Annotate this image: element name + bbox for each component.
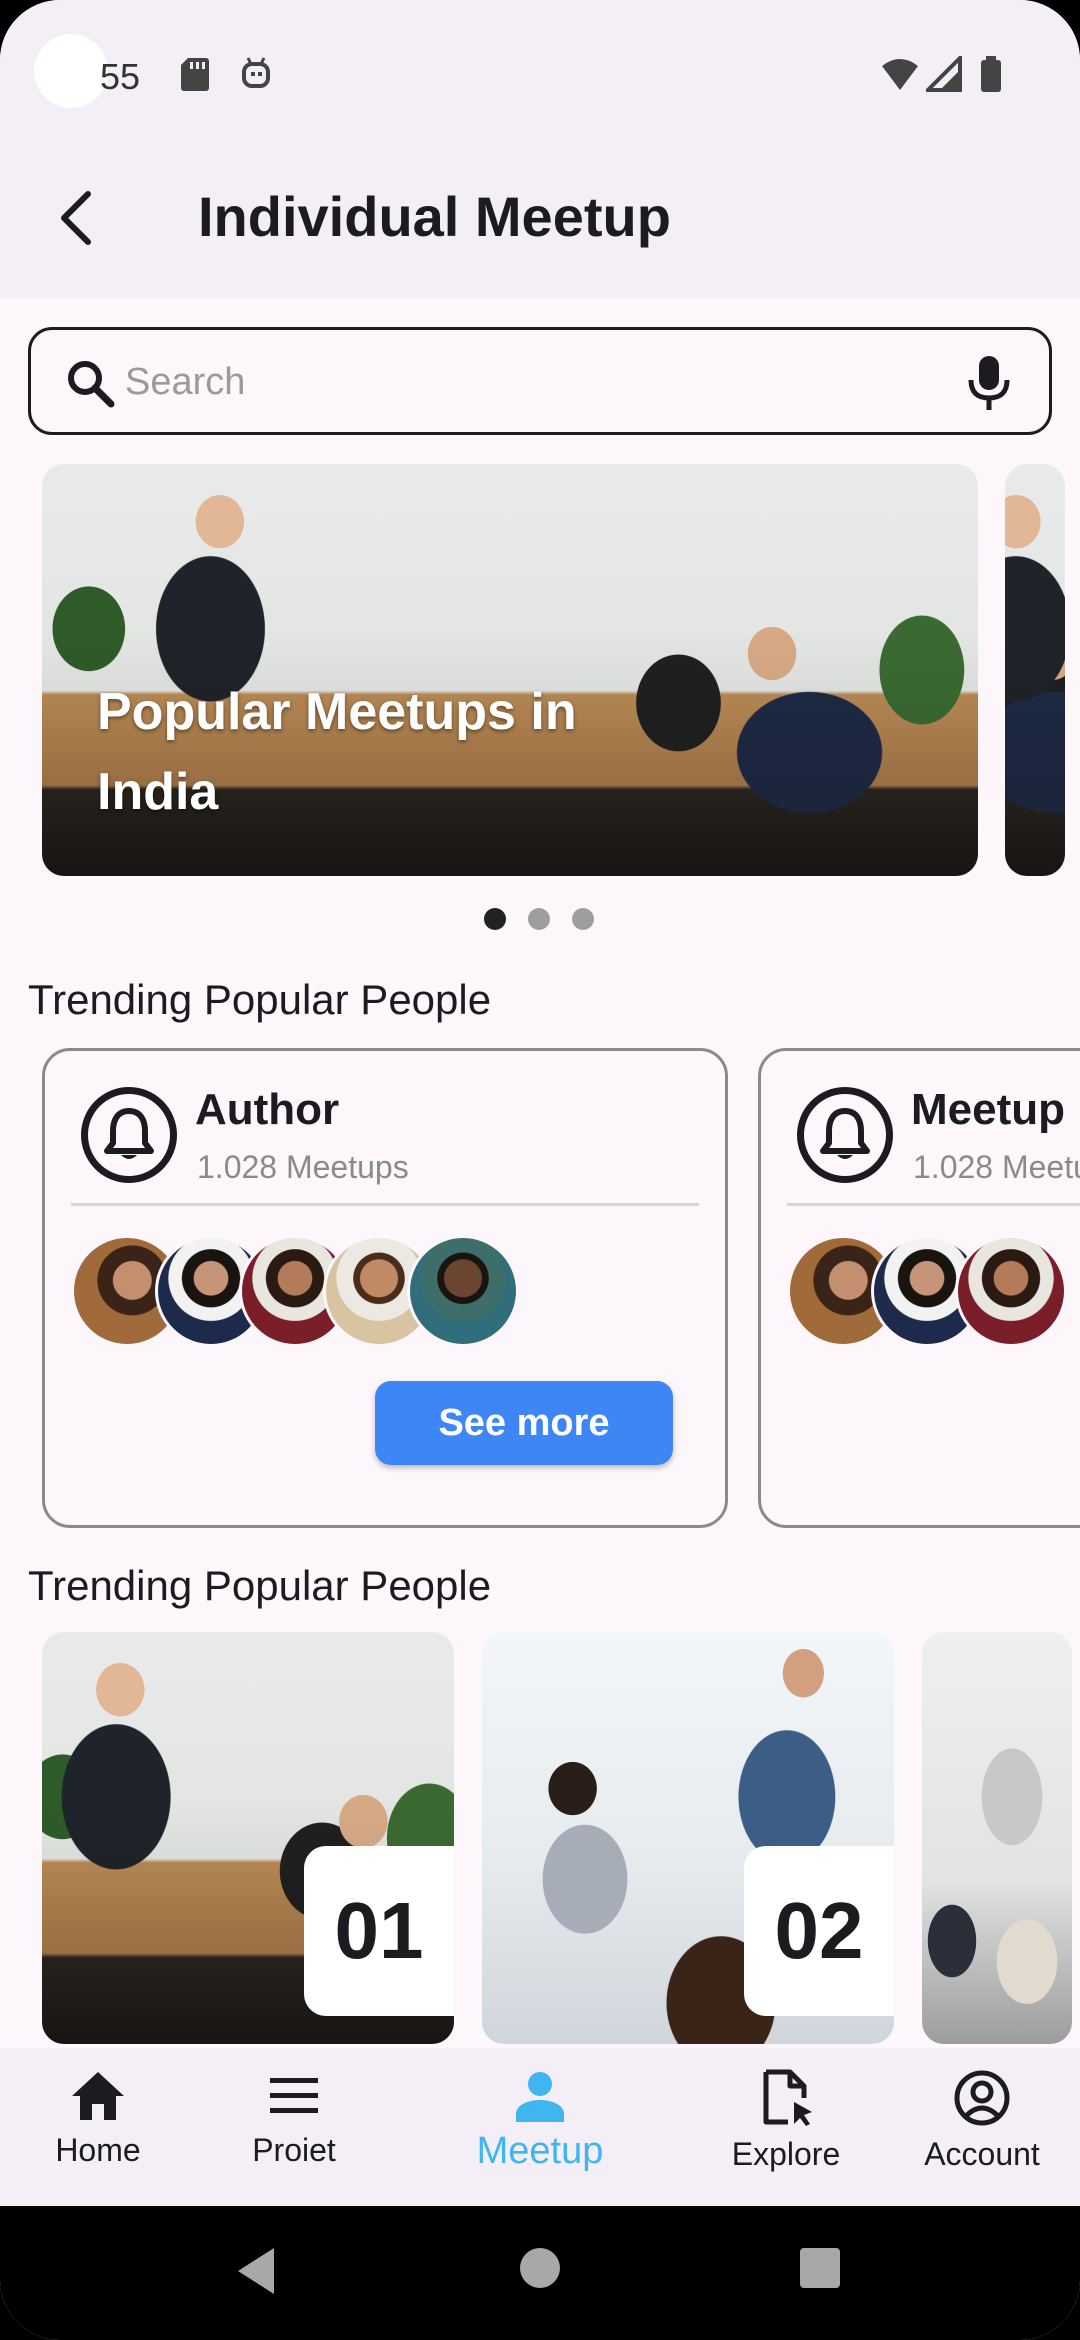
trending-tile[interactable]: 02 bbox=[482, 1632, 894, 2044]
system-navigation-bar bbox=[0, 2206, 1080, 2340]
card-subtitle: 1.028 Meetups bbox=[197, 1149, 409, 1185]
carousel-dot[interactable] bbox=[572, 908, 594, 930]
nav-label: Account bbox=[924, 2136, 1040, 2172]
avatar[interactable] bbox=[407, 1235, 519, 1347]
search-input[interactable] bbox=[125, 354, 925, 410]
trending-tile[interactable] bbox=[922, 1632, 1072, 2044]
bell-icon bbox=[81, 1087, 177, 1183]
trending-tile[interactable]: 01 bbox=[42, 1632, 454, 2044]
avatar-group bbox=[71, 1235, 571, 1347]
page-title: Individual Meetup bbox=[198, 185, 671, 248]
android-debug-icon bbox=[242, 57, 270, 88]
card-title: Meetup bbox=[911, 1085, 1065, 1134]
nav-label: Explore bbox=[731, 2136, 841, 2172]
nav-item-home[interactable]: Home bbox=[8, 2068, 188, 2169]
rank-badge: 01 bbox=[304, 1846, 454, 2016]
divider bbox=[787, 1203, 1080, 1206]
rank-badge: 02 bbox=[744, 1846, 894, 2016]
wifi-icon bbox=[882, 59, 918, 90]
avatar-group bbox=[787, 1235, 1080, 1347]
see-more-button[interactable]: See more bbox=[375, 1381, 673, 1465]
banner-card-next[interactable] bbox=[1005, 464, 1065, 876]
menu-icon bbox=[270, 2078, 318, 2113]
section-title-tiles: Trending Popular People bbox=[28, 1562, 492, 1609]
battery-icon bbox=[981, 56, 1001, 92]
nav-label: Proiet bbox=[252, 2132, 336, 2168]
meeting-photo bbox=[1005, 464, 1065, 876]
search-icon bbox=[68, 361, 115, 408]
nav-label: Home bbox=[55, 2132, 141, 2168]
signal-icon bbox=[926, 56, 962, 92]
person-icon bbox=[516, 2072, 564, 2122]
system-back-icon[interactable] bbox=[234, 2246, 278, 2296]
card-title: Author bbox=[195, 1085, 340, 1134]
nav-item-account[interactable]: Account bbox=[892, 2068, 1072, 2173]
avatar[interactable] bbox=[955, 1235, 1067, 1347]
search-bar[interactable] bbox=[28, 327, 1052, 435]
people-card[interactable]: Meetup 1.028 Meetups bbox=[758, 1048, 1080, 1528]
banner-title: Popular Meetups in India bbox=[97, 683, 577, 821]
divider bbox=[71, 1203, 699, 1206]
carousel-indicator bbox=[484, 908, 594, 930]
system-home-icon[interactable] bbox=[518, 2246, 562, 2290]
account-circle-icon bbox=[954, 2070, 1010, 2126]
carousel-dot[interactable] bbox=[528, 908, 550, 930]
sd-card-icon bbox=[181, 58, 209, 91]
system-recents-icon[interactable] bbox=[798, 2246, 842, 2290]
section-title-people: Trending Popular People bbox=[28, 976, 492, 1023]
nav-item-meetup[interactable]: Meetup bbox=[450, 2068, 630, 2173]
app-screen: 55 Individual Meetup Search Popular Meet… bbox=[0, 0, 1080, 2340]
people-card[interactable]: Author 1.028 Meetups See more bbox=[42, 1048, 728, 1528]
carousel-dot-active[interactable] bbox=[484, 908, 506, 930]
status-time: 55 bbox=[100, 56, 141, 97]
office-photo bbox=[922, 1632, 1072, 2044]
mic-icon[interactable] bbox=[967, 354, 1011, 412]
nav-item-explore[interactable]: Explore bbox=[696, 2068, 876, 2173]
nav-item-proiet[interactable]: Proiet bbox=[204, 2068, 384, 2169]
card-subtitle: 1.028 Meetups bbox=[913, 1149, 1080, 1185]
banner-card[interactable]: Popular Meetups in India bbox=[42, 464, 978, 876]
back-arrow-icon[interactable] bbox=[48, 186, 112, 250]
nav-label: Meetup bbox=[476, 2130, 604, 2172]
file-cursor-icon bbox=[763, 2069, 812, 2126]
bell-icon bbox=[797, 1087, 893, 1183]
home-icon bbox=[72, 2072, 124, 2120]
camera-cutout bbox=[34, 34, 108, 108]
